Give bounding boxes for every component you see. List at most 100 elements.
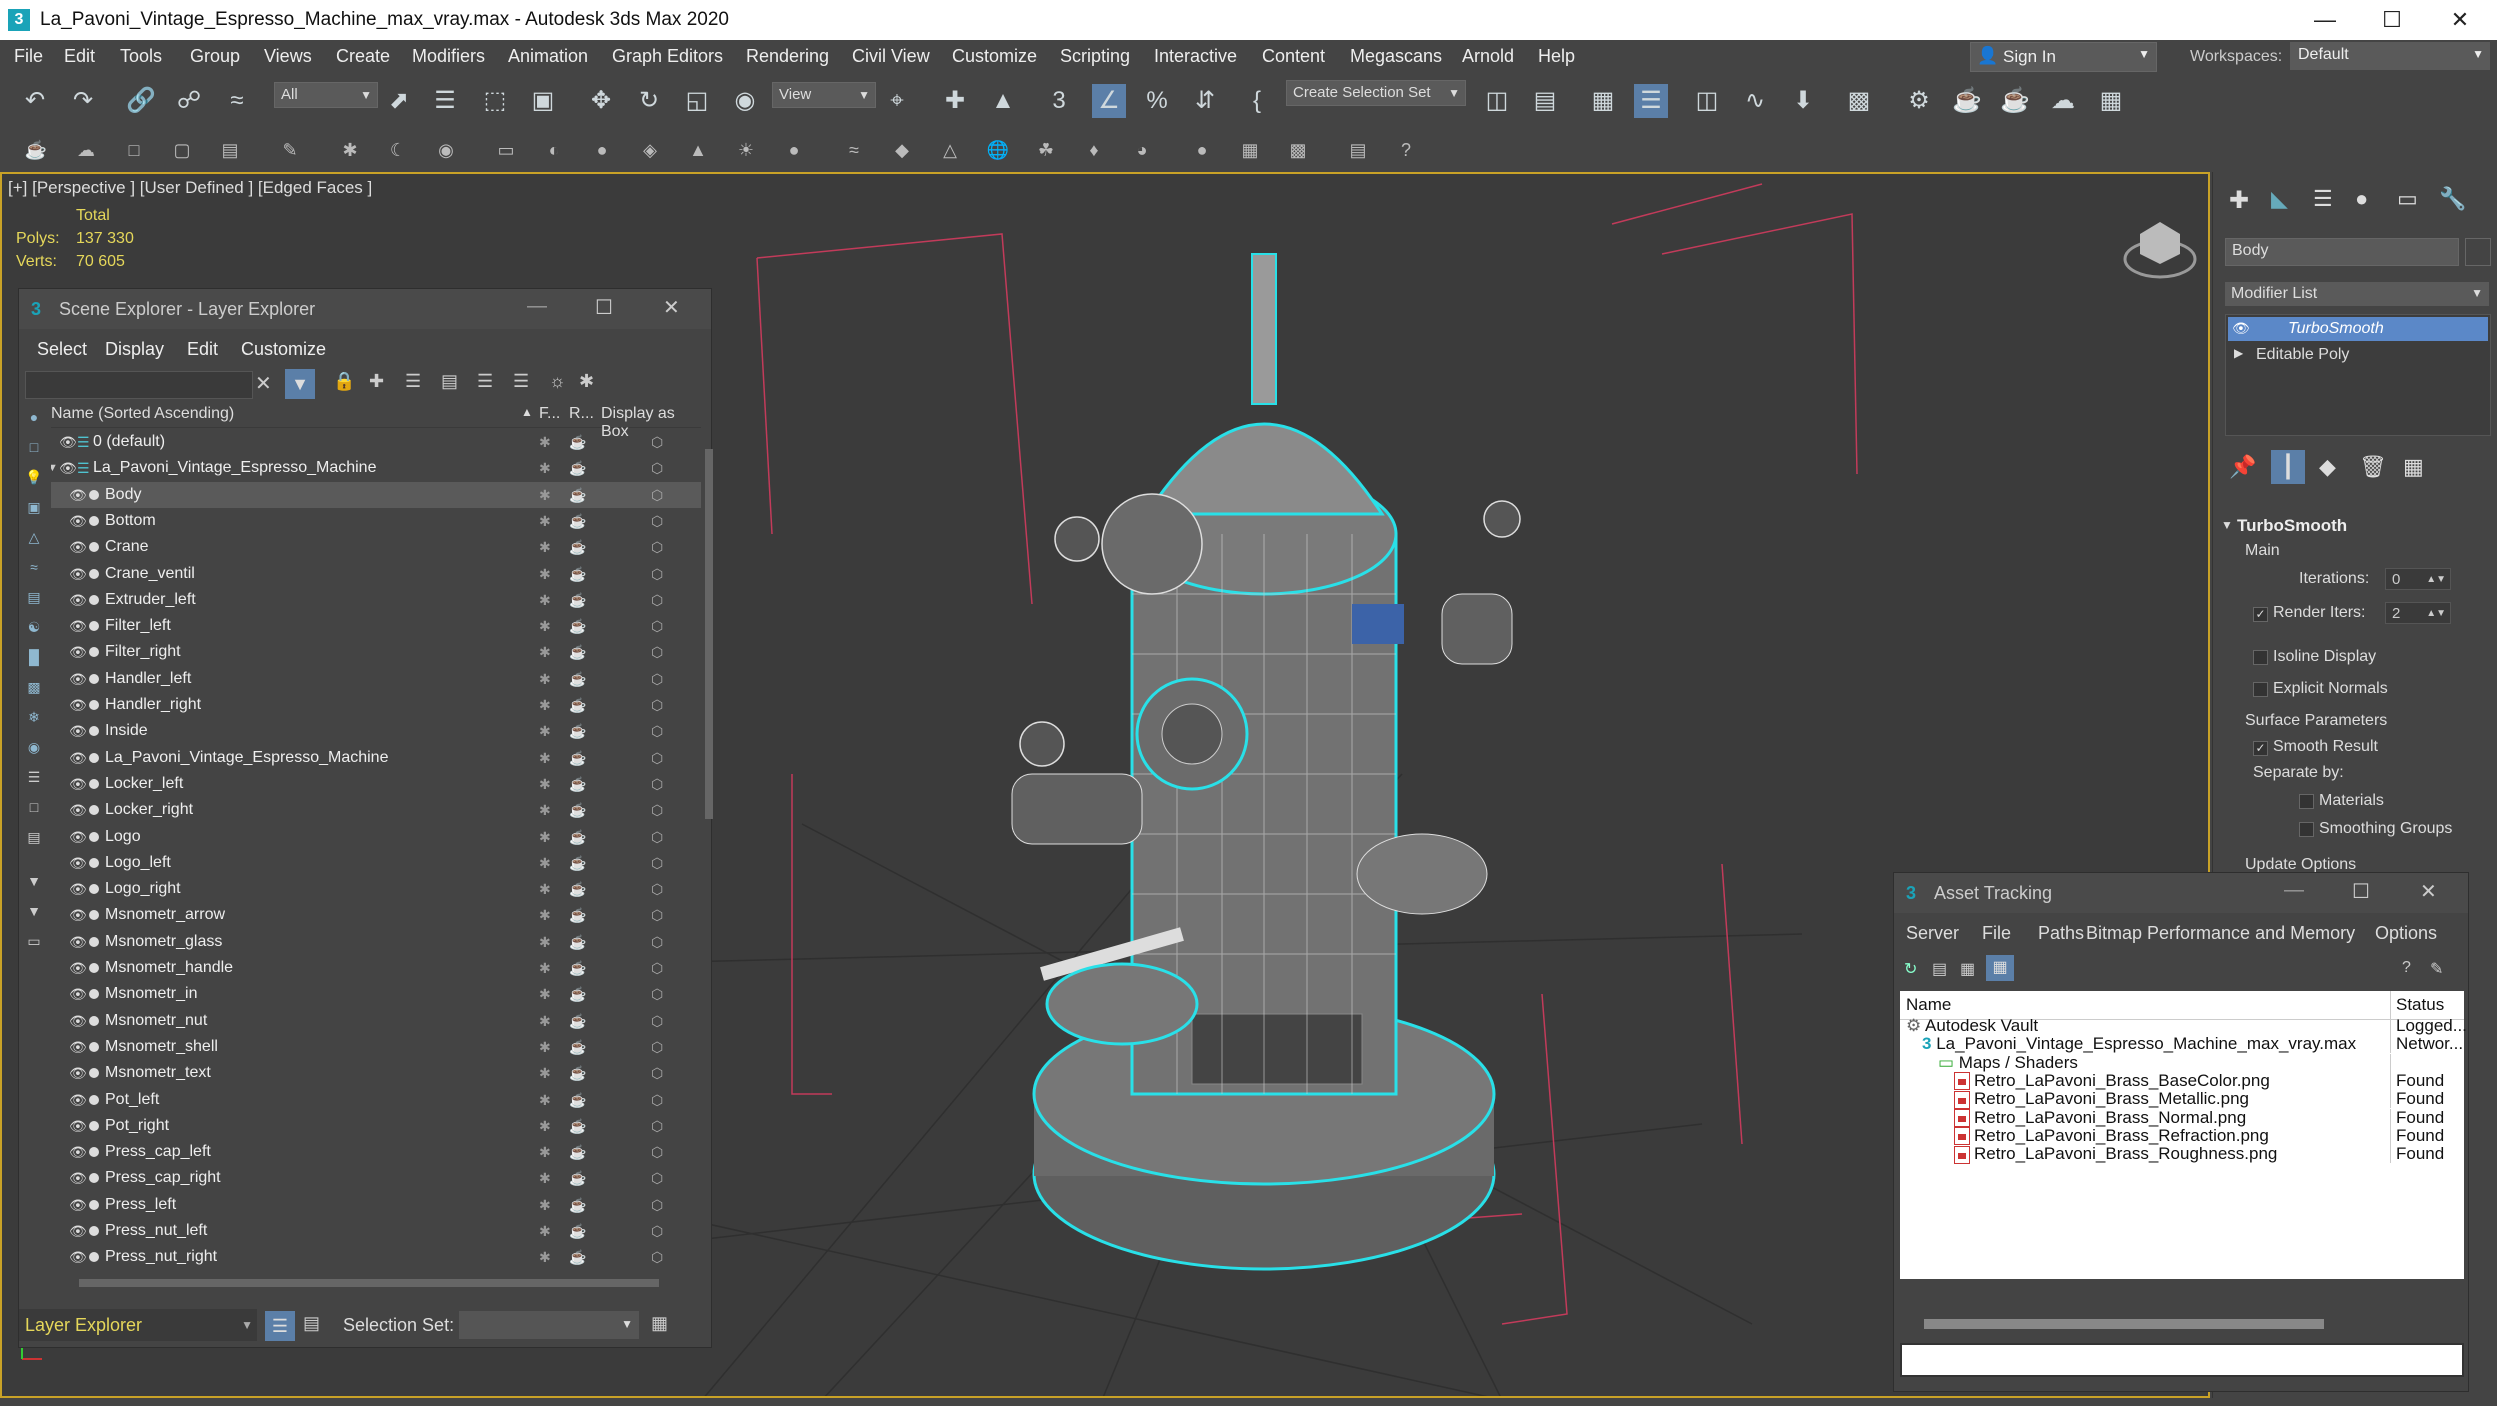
- freeze-icon[interactable]: ✱: [539, 1244, 551, 1270]
- minimize-button[interactable]: —: [2295, 2, 2355, 38]
- modifier-stack-item-turbosmooth[interactable]: 👁 TurboSmooth: [2228, 317, 2488, 341]
- display-as-box-icon[interactable]: ⬡: [651, 429, 663, 455]
- utilities-tab-icon[interactable]: 🔧: [2439, 186, 2466, 212]
- freeze-icon[interactable]: ✱: [539, 508, 551, 534]
- visibility-eye-icon[interactable]: 👁: [69, 1060, 87, 1086]
- visibility-eye-icon[interactable]: 👁: [69, 902, 87, 928]
- render-teapot-icon[interactable]: ☕: [569, 797, 586, 823]
- select-manipulate-icon[interactable]: ✚: [938, 84, 972, 118]
- refresh-icon[interactable]: ↻: [1904, 959, 1917, 979]
- toggle-scene-explorer-icon[interactable]: ▦: [1586, 84, 1620, 118]
- toggle-layer-explorer-icon[interactable]: ☰: [1634, 84, 1668, 118]
- ies-light-icon[interactable]: ▲: [684, 136, 712, 164]
- light-filter-icon[interactable]: 💡: [24, 469, 44, 489]
- viewport-label[interactable]: [+] [Perspective ] [User Defined ] [Edge…: [8, 178, 372, 198]
- column-name[interactable]: Name (Sorted Ascending): [51, 405, 234, 423]
- rectangular-selection-icon[interactable]: ⬚: [478, 84, 512, 118]
- scene-row[interactable]: 👁 Press_nut_right ✱ ☕ ⬡: [51, 1244, 701, 1270]
- iterations-spinner[interactable]: 0 ▲▼: [2385, 568, 2451, 590]
- layers-icon[interactable]: ▦: [1236, 136, 1264, 164]
- select-object-icon[interactable]: ⬈: [382, 84, 416, 118]
- freeze-icon[interactable]: ✱: [539, 824, 551, 850]
- render-teapot-icon[interactable]: ☕: [569, 534, 586, 560]
- viewcube-icon[interactable]: [2123, 222, 2197, 279]
- visibility-eye-icon[interactable]: 👁: [69, 639, 87, 665]
- scatter-icon[interactable]: ✱: [336, 136, 364, 164]
- visibility-eye-icon[interactable]: 👁: [2232, 320, 2250, 337]
- scene-row[interactable]: 👁 La_Pavoni_Vintage_Espresso_Machine ✱ ☕ ⬡: [51, 745, 701, 771]
- render-teapot-icon[interactable]: ☕: [569, 587, 586, 613]
- freeze-icon[interactable]: ✱: [539, 1218, 551, 1244]
- visibility-eye-icon[interactable]: 👁: [69, 508, 87, 534]
- minimize-icon[interactable]: —: [527, 295, 547, 318]
- display-as-box-icon[interactable]: ⬡: [651, 587, 663, 613]
- plane-light-icon[interactable]: ▭: [492, 136, 520, 164]
- freeze-icon[interactable]: ✱: [539, 797, 551, 823]
- visibility-eye-icon[interactable]: 👁: [69, 613, 87, 639]
- hidden-filter-icon[interactable]: ◉: [24, 739, 44, 759]
- asset-row[interactable]: ⚙ Autodesk Vault Logged...: [1900, 1017, 2467, 1035]
- table-icon[interactable]: ▦: [1960, 959, 1975, 979]
- create-layer-icon[interactable]: ✚: [369, 371, 384, 392]
- visibility-eye-icon[interactable]: 👁: [69, 1034, 87, 1060]
- sign-in-button[interactable]: 👤 Sign In ▼: [1970, 42, 2157, 72]
- menu-modifiers[interactable]: Modifiers: [412, 46, 485, 67]
- render-teapot-icon[interactable]: ☕: [569, 718, 586, 744]
- render-teapot-icon[interactable]: ☕: [569, 1244, 586, 1270]
- selection-filter-dropdown[interactable]: All ▼: [274, 82, 378, 108]
- render-teapot-icon[interactable]: ☕: [569, 1113, 586, 1139]
- pin-icon[interactable]: ✎: [2430, 959, 2443, 979]
- close-icon[interactable]: ✕: [2420, 879, 2437, 904]
- display-as-box-icon[interactable]: ⬡: [651, 718, 663, 744]
- visibility-eye-icon[interactable]: 👁: [69, 1271, 87, 1274]
- render-teapot-icon[interactable]: ☕: [569, 1271, 586, 1274]
- link-icon[interactable]: 🔗: [124, 84, 158, 118]
- scene-row[interactable]: 👁 Pot_right ✱ ☕ ⬡: [51, 1113, 701, 1139]
- render-teapot-icon[interactable]: ☕: [569, 902, 586, 928]
- sun-icon[interactable]: ☀: [732, 136, 760, 164]
- render-setup-icon[interactable]: ⚙: [1902, 84, 1936, 118]
- clear-search-icon[interactable]: ✕: [255, 371, 272, 396]
- freeze-icon[interactable]: ✱: [539, 1087, 551, 1113]
- display-as-box-icon[interactable]: ⬡: [651, 1192, 663, 1218]
- sphere-icon[interactable]: ●: [1188, 136, 1216, 164]
- grid-view-icon[interactable]: ▦: [1986, 955, 2014, 981]
- freeze-icon[interactable]: ✱: [539, 745, 551, 771]
- settings-icon[interactable]: ✱: [579, 371, 594, 392]
- visibility-eye-icon[interactable]: 👁: [69, 797, 87, 823]
- frozen-filter-icon[interactable]: ❄: [24, 709, 44, 729]
- plane-icon[interactable]: ▤: [216, 136, 244, 164]
- help-icon[interactable]: ?: [1392, 136, 1420, 164]
- display-as-box-icon[interactable]: ⬡: [651, 692, 663, 718]
- visibility-eye-icon[interactable]: 👁: [59, 455, 77, 481]
- layer-explorer-toggle-icon[interactable]: ☰: [265, 1311, 295, 1341]
- visibility-eye-icon[interactable]: 👁: [69, 692, 87, 718]
- menu-civil-view[interactable]: Civil View: [852, 46, 930, 67]
- render-teapot-icon[interactable]: ☕: [569, 929, 586, 955]
- cloud-icon[interactable]: ☁: [72, 136, 100, 164]
- visibility-eye-icon[interactable]: 👁: [69, 850, 87, 876]
- ambient-light-icon[interactable]: ●: [780, 136, 808, 164]
- scene-row[interactable]: 👁 Press_cap_right ✱ ☕ ⬡: [51, 1165, 701, 1191]
- menu-animation[interactable]: Animation: [508, 46, 588, 67]
- edit-named-selection-icon[interactable]: {: [1240, 84, 1274, 118]
- document-icon[interactable]: ▤: [1344, 136, 1372, 164]
- select-children-icon[interactable]: ☰: [477, 371, 493, 392]
- scene-row[interactable]: 👁 Handler_left ✱ ☕ ⬡: [51, 666, 701, 692]
- asset-tracking-titlebar[interactable]: 3 Asset Tracking — ☐ ✕: [1894, 873, 2468, 913]
- render-teapot-icon[interactable]: ☕: [569, 1192, 586, 1218]
- display-tab-icon[interactable]: ▭: [2397, 186, 2418, 212]
- modify-tab-icon[interactable]: ◣: [2271, 186, 2288, 212]
- freeze-icon[interactable]: ✱: [539, 1008, 551, 1034]
- render-teapot-icon[interactable]: ☕: [569, 1008, 586, 1034]
- minimize-icon[interactable]: —: [2284, 879, 2304, 902]
- modifier-list-dropdown[interactable]: Modifier List ▼: [2225, 282, 2489, 306]
- bind-space-warp-icon[interactable]: ≈: [220, 84, 254, 118]
- scene-row[interactable]: 👁 Msnometr_handle ✱ ☕ ⬡: [51, 955, 701, 981]
- se-menu-customize[interactable]: Customize: [241, 339, 326, 360]
- tree-icon[interactable]: ☘: [1032, 136, 1060, 164]
- materials-checkbox[interactable]: [2299, 794, 2314, 809]
- se-menu-display[interactable]: Display: [105, 339, 164, 360]
- render-teapot-icon[interactable]: ☕: [569, 561, 586, 587]
- display-as-box-icon[interactable]: ⬡: [651, 902, 663, 928]
